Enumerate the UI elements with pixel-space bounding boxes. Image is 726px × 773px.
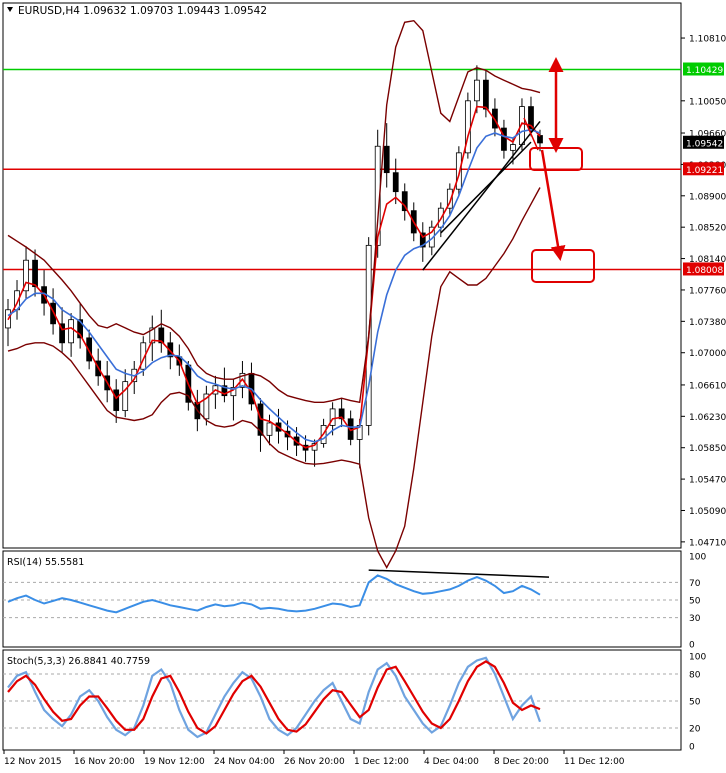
rsi-tick-label: 30 [689, 614, 701, 624]
rsi-tick-label: 50 [689, 597, 701, 607]
current-price-label: 1.09542 [686, 139, 723, 149]
candle-bear [392, 172, 399, 193]
target-box-1 [529, 147, 583, 171]
time-label: 1 Dec 12:00 [354, 757, 409, 767]
candle-bull [68, 319, 74, 344]
rsi-panel-frame [2, 550, 682, 648]
price-tick-label: 1.06230 [689, 413, 726, 423]
rsi-tick-label: 100 [689, 553, 706, 563]
price-tick-label: 1.05470 [689, 476, 726, 486]
stoch-tick-label: 20 [689, 725, 701, 735]
rsi-line [7, 574, 541, 614]
trend-line [422, 120, 541, 271]
price-tick-label: 1.05850 [689, 444, 726, 454]
down-arrow [540, 149, 566, 261]
candle-bull [266, 422, 273, 436]
candle-bear [501, 127, 507, 151]
candle-bear [537, 135, 543, 144]
time-label: 26 Nov 20:00 [284, 757, 345, 767]
candle-bull [455, 152, 462, 190]
rsi-divergence-line [368, 569, 550, 578]
target-box-2 [531, 249, 595, 283]
price-tick-label: 1.08900 [689, 192, 726, 202]
rsi-tick-label: 0 [689, 641, 695, 651]
candle-bull [122, 381, 129, 411]
time-label: 12 Nov 2015 [4, 757, 62, 767]
stoch-signal-line [7, 660, 541, 735]
price-tick-label: 1.08520 [689, 224, 726, 234]
chart-window: 1.108101.100501.096601.092801.089001.085… [0, 0, 726, 769]
candle-bear [32, 259, 38, 288]
time-label: 4 Dec 04:00 [424, 757, 479, 767]
price-tick-label: 1.10050 [689, 97, 726, 107]
time-label: 16 Nov 20:00 [74, 757, 135, 767]
overlay-line-3 [7, 187, 541, 569]
time-label: 19 Nov 12:00 [144, 757, 205, 767]
candle-bull [474, 79, 480, 102]
chart-svg: 1.108101.100501.096601.092801.089001.085… [2, 2, 726, 767]
time-label: 24 Nov 04:00 [214, 757, 275, 767]
price-tick-label: 1.06610 [689, 381, 726, 391]
level-label: 1.10429 [686, 66, 723, 76]
price-tick-label: 1.04710 [689, 538, 726, 548]
rsi-tick-label: 70 [689, 579, 701, 589]
chart-title: EURUSD,H4 1.09632 1.09703 1.09443 1.0954… [18, 5, 267, 17]
candle-bear [383, 145, 390, 174]
rsi-label: RSI(14) 55.5581 [7, 557, 84, 568]
stoch-tick-label: 100 [689, 653, 706, 663]
price-tick-label: 1.10810 [689, 35, 726, 45]
time-label: 8 Dec 20:00 [494, 757, 549, 767]
candle-bear [113, 389, 120, 411]
stoch-tick-label: 0 [689, 743, 695, 753]
stoch-tick-label: 50 [689, 698, 701, 708]
level-label: 1.09221 [686, 166, 723, 176]
level-label: 1.08008 [686, 266, 723, 276]
stoch-tick-label: 80 [689, 671, 701, 681]
price-layer [3, 19, 681, 569]
dropdown-triangle-icon[interactable] [7, 7, 13, 12]
price-tick-label: 1.05090 [689, 507, 726, 517]
stoch-label: Stoch(5,3,3) 26.8841 40.7759 [7, 656, 150, 667]
price-panel-frame [2, 2, 682, 549]
candle-bull [510, 144, 516, 151]
price-tick-label: 1.07000 [689, 349, 726, 359]
stoch-layer [7, 656, 542, 739]
annotations [523, 57, 595, 283]
time-label: 11 Dec 12:00 [564, 757, 625, 767]
rsi-layer [7, 569, 550, 614]
price-tick-label: 1.07760 [689, 286, 726, 296]
candle-bear [483, 79, 489, 110]
price-tick-label: 1.07380 [689, 318, 726, 328]
